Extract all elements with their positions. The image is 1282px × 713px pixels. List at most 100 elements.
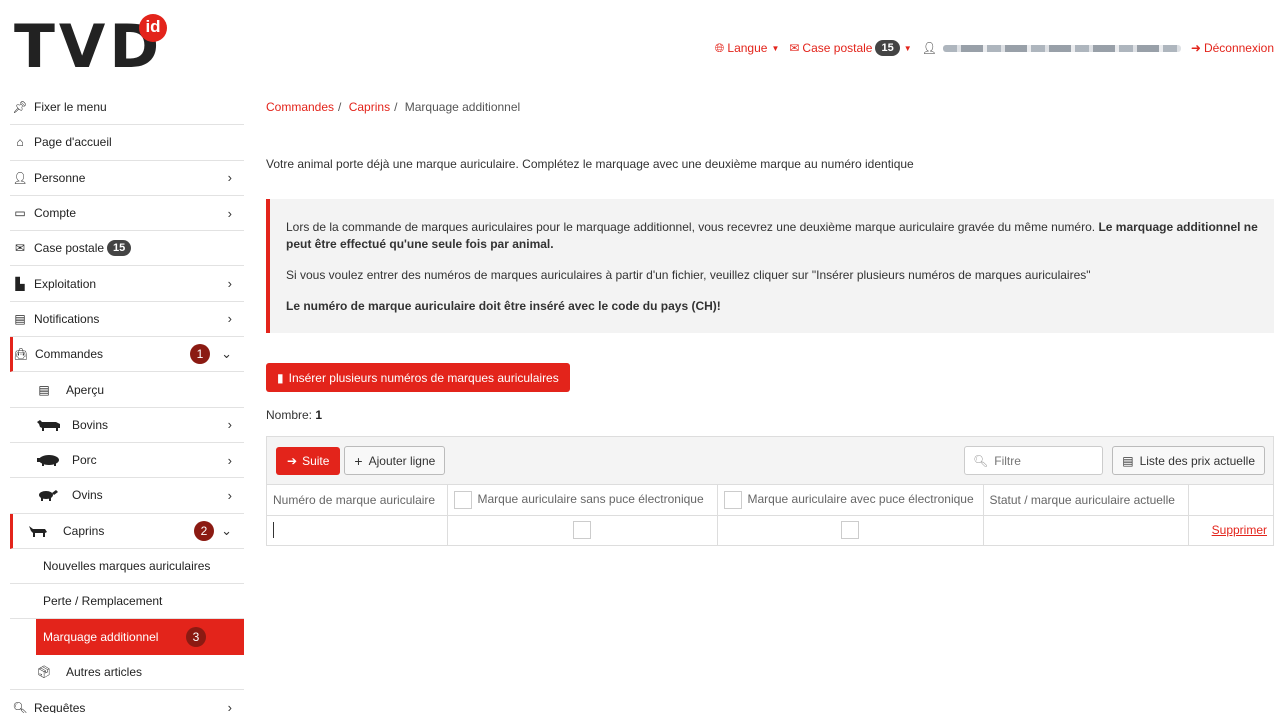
- sidebar-item-loss-replacement[interactable]: Perte / Remplacement: [10, 584, 244, 620]
- money-bill-icon: ▭: [14, 206, 26, 221]
- sidebar-item-new-tags[interactable]: Nouvelles marques auriculaires: [10, 549, 244, 585]
- chevron-right-icon: ›: [227, 276, 232, 292]
- home-icon: ⌂: [16, 135, 24, 150]
- sidebar-item-label: Commandes: [35, 347, 104, 362]
- language-menu[interactable]: 🌐︎ Langue ▼: [715, 41, 780, 56]
- sidebar-item-cattle[interactable]: Bovins ›: [10, 408, 244, 443]
- next-label: Suite: [302, 453, 330, 468]
- sidebar-item-label: Marquage additionnel: [43, 630, 159, 645]
- sidebar-item-pigs[interactable]: Porc ›: [10, 443, 244, 479]
- shopping-bag-icon: 👜︎: [13, 347, 29, 362]
- column-header-tag-number: Numéro de marque auriculaire: [267, 485, 448, 516]
- thumbtack-icon: 📌︎: [12, 100, 28, 115]
- alert-paragraph-1: Lors de la commande de marques auriculai…: [286, 219, 1260, 253]
- goat-icon: [29, 525, 47, 537]
- add-row-button[interactable]: + Ajouter ligne: [344, 446, 446, 475]
- mailbox-menu[interactable]: ✉ Case postale 15 ▼: [789, 40, 912, 56]
- sidebar-item-label: Case postale: [34, 241, 105, 256]
- sidebar-item-label: Compte: [34, 206, 77, 221]
- filter-field[interactable]: 🔍︎: [964, 446, 1103, 475]
- delete-link[interactable]: Supprimer: [1188, 515, 1273, 545]
- price-list-button[interactable]: ▤ Liste des prix actuelle: [1112, 446, 1265, 475]
- sidebar-item-other-articles[interactable]: 📦︎ Autres articles: [10, 655, 244, 691]
- sidebar-item-orders[interactable]: 👜︎ Commandes 1 ⌄: [10, 337, 244, 373]
- sidebar: 📌︎ Fixer le menu ⌂ Page d'accueil 👤︎ Per…: [10, 90, 244, 713]
- breadcrumb-link-goats[interactable]: Caprins: [349, 100, 390, 114]
- industry-icon: ▙: [15, 276, 25, 291]
- intro-text: Votre animal porte déjà une marque auric…: [266, 157, 914, 171]
- alert-bold-text: Le numéro de marque auriculaire doit êtr…: [286, 299, 721, 313]
- chevron-down-icon: ⌄: [221, 346, 232, 362]
- row-count: Nombre: 1: [266, 408, 1274, 422]
- tag-number-cell: [267, 515, 448, 545]
- top-navigation: 🌐︎ Langue ▼ ✉ Case postale 15 ▼ 👤︎ ➜ Déc…: [705, 40, 1274, 56]
- search-icon: 🔍︎: [973, 453, 989, 468]
- caret-down-icon: ▼: [771, 43, 780, 53]
- mailbox-count-badge: 15: [875, 40, 900, 56]
- row-count-label: Nombre:: [266, 408, 316, 422]
- sidebar-item-queries[interactable]: 🔍︎ Requêtes ›: [10, 690, 244, 713]
- step-badge: 3: [186, 627, 206, 648]
- sidebar-item-label: Caprins: [63, 523, 105, 538]
- table-header-row: Numéro de marque auriculaire Marque auri…: [267, 485, 1273, 516]
- insert-multiple-tags-button[interactable]: ▮ Insérer plusieurs numéros de marques a…: [266, 363, 570, 392]
- sidebar-item-label: Page d'accueil: [34, 135, 112, 150]
- logout-link[interactable]: ➜ Déconnexion: [1191, 41, 1274, 55]
- sheep-icon: [39, 490, 58, 502]
- breadcrumb-current: Marquage additionnel: [404, 100, 521, 114]
- sidebar-item-label: Requêtes: [34, 700, 86, 713]
- search-icon: 🔍︎: [12, 700, 28, 713]
- sidebar-item-sheep[interactable]: Ovins ›: [10, 478, 244, 514]
- select-all-without-chip-checkbox[interactable]: [453, 490, 472, 509]
- chevron-down-icon: ⌄: [221, 522, 232, 538]
- chevron-right-icon: ›: [227, 452, 232, 468]
- sidebar-item-additional-marking[interactable]: Marquage additionnel 3: [36, 619, 244, 655]
- chevron-right-icon: ›: [227, 417, 232, 433]
- tvd-logo[interactable]: TVD id: [14, 12, 167, 82]
- with-chip-cell: [717, 515, 984, 545]
- user-account[interactable]: 👤︎: [922, 41, 1181, 55]
- step-badge: 2: [194, 520, 214, 541]
- logout-label: Déconnexion: [1203, 41, 1274, 55]
- select-all-with-chip-checkbox[interactable]: [723, 490, 742, 509]
- sidebar-item-overview[interactable]: ▤ Aperçu: [10, 372, 244, 408]
- envelope-icon: ✉: [14, 241, 26, 256]
- table-toolbar: ➔ Suite + Ajouter ligne 🔍︎ ▤ Liste des p…: [267, 437, 1273, 485]
- status-cell: [983, 515, 1189, 545]
- sidebar-item-label: Personne: [34, 170, 86, 185]
- sidebar-item-person[interactable]: 👤︎ Personne ›: [10, 161, 244, 196]
- sidebar-item-farm[interactable]: ▙ Exploitation ›: [10, 266, 244, 302]
- add-row-label: Ajouter ligne: [368, 453, 436, 468]
- language-label: Langue: [727, 41, 768, 55]
- sidebar-item-account[interactable]: ▭ Compte ›: [10, 196, 244, 232]
- tag-number-input[interactable]: [273, 522, 441, 539]
- sidebar-item-label: Exploitation: [34, 276, 97, 291]
- filter-input[interactable]: [994, 453, 1095, 468]
- plus-icon: +: [354, 452, 363, 469]
- tags-table: Numéro de marque auriculaire Marque auri…: [267, 485, 1273, 545]
- mailbox-label: Case postale: [802, 41, 873, 55]
- breadcrumb-link-orders[interactable]: Commandes: [266, 100, 334, 114]
- with-chip-checkbox[interactable]: [841, 521, 859, 540]
- user-icon: 👤︎: [921, 41, 937, 55]
- sidebar-item-mailbox[interactable]: ✉ Case postale 15: [10, 231, 244, 267]
- clipboard-icon: ▤: [14, 311, 26, 326]
- clipboard-icon: ▮: [277, 370, 284, 385]
- sidebar-item-label: Notifications: [34, 311, 100, 326]
- sidebar-item-goats[interactable]: Caprins 2 ⌄: [10, 513, 244, 549]
- sidebar-item-notifications[interactable]: ▤ Notifications ›: [10, 302, 244, 338]
- sidebar-item-home[interactable]: ⌂ Page d'accueil: [10, 125, 244, 161]
- without-chip-checkbox[interactable]: [573, 521, 591, 540]
- chevron-right-icon: ›: [227, 700, 232, 713]
- table-row: Supprimer: [267, 515, 1273, 545]
- row-count-value: 1: [315, 408, 323, 422]
- logo-id-badge: id: [139, 14, 167, 42]
- arrow-circle-right-icon: ➔: [287, 453, 298, 468]
- next-button[interactable]: ➔ Suite: [276, 446, 341, 475]
- chevron-right-icon: ›: [227, 170, 232, 186]
- sidebar-item-pin-menu[interactable]: 📌︎ Fixer le menu: [10, 90, 244, 126]
- pig-icon: [37, 455, 59, 467]
- chevron-right-icon: ›: [227, 205, 232, 221]
- insert-multiple-tags-label: Insérer plusieurs numéros de marques aur…: [288, 370, 559, 385]
- column-header-actions: [1188, 485, 1273, 516]
